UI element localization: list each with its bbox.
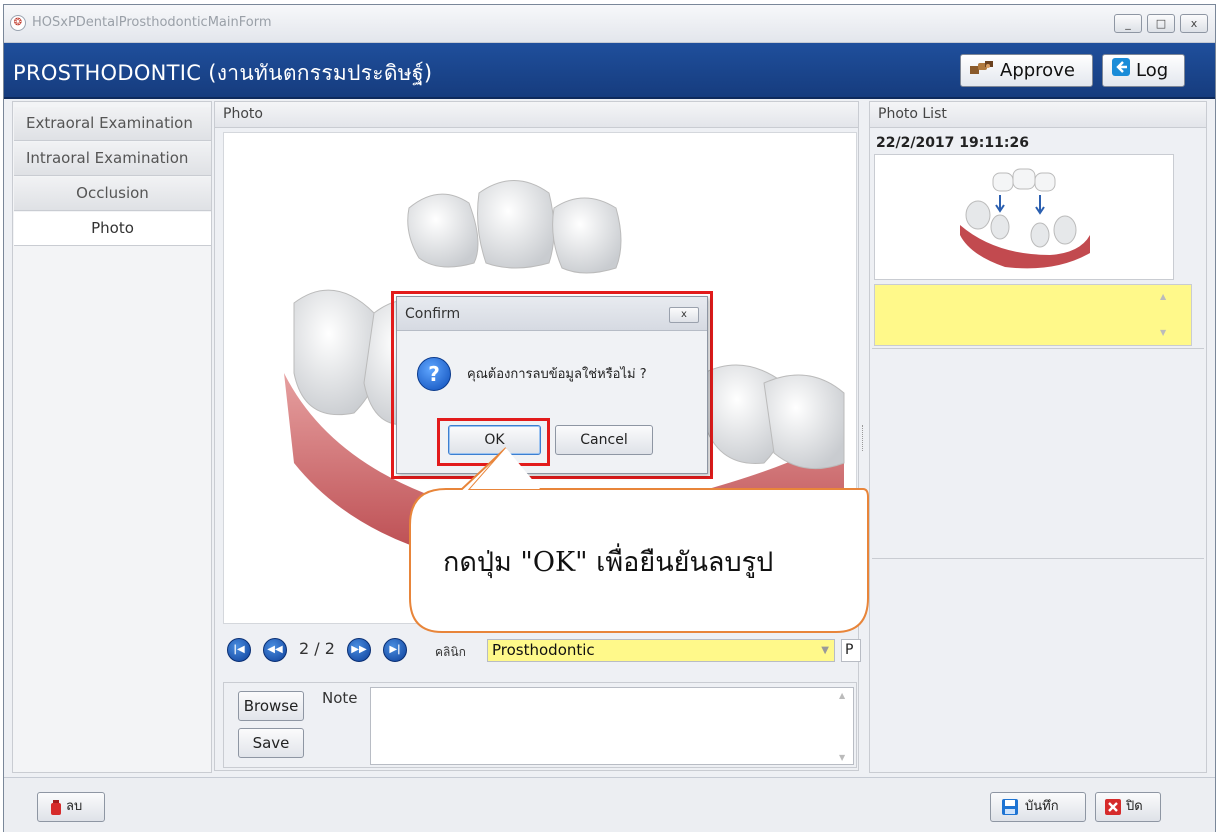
nav-item-intraoral-examination[interactable]: Intraoral Examination [14,142,211,176]
dialog-close-button[interactable]: x [669,307,699,323]
approve-button[interactable]: Approve [960,54,1093,87]
nav-item-extraoral-examination[interactable]: Extraoral Examination [14,107,211,141]
list-scroll-down-icon[interactable]: ▼ [1160,328,1202,337]
approve-label: Approve [1000,60,1075,81]
question-icon: ? [417,357,451,391]
cancel-button[interactable]: Cancel [555,425,653,455]
thumbnail-image [960,168,1090,269]
save-label: บันทึก [1025,799,1059,814]
save-photo-button[interactable]: Save [238,728,304,758]
window-title: HOSxPDentalProsthodonticMainForm [32,15,272,30]
dialog-message: คุณต้องการลบข้อมูลใช่หรือไม่ ? [467,367,647,382]
minimize-button[interactable]: _ [1114,14,1142,33]
trash-icon [50,799,62,827]
maximize-button[interactable]: □ [1147,14,1175,33]
page-title: PROSTHODONTIC (งานทันตกรรมประดิษฐ์) [13,61,433,85]
scroll-down-icon[interactable]: ▼ [839,753,852,762]
close-button[interactable]: ปิด [1095,792,1161,822]
bottom-toolbar: ลบ บันทึก ปิด [4,777,1215,832]
nav-item-photo[interactable]: Photo [14,212,211,246]
dialog-title: Confirm [405,306,461,322]
chevron-down-icon: ▼ [821,645,829,656]
note-label: Note [322,689,358,707]
list-scroll-up-icon[interactable]: ▲ [1160,292,1202,301]
ok-button[interactable]: OK [448,425,541,455]
close-label: ปิด [1126,799,1143,814]
handshake-icon [969,56,995,87]
photo-list-header: Photo List [870,102,1206,128]
app-logo-icon: ❂ [10,15,26,31]
close-x-icon [1104,798,1122,827]
window-close-button[interactable]: x [1180,14,1208,33]
save-button[interactable]: บันทึก [990,792,1086,822]
prev-record-icon[interactable]: ◀◀ [263,638,287,662]
clinic-value: Prosthodontic [492,641,595,659]
title-bar: ❂ HOSxPDentalProsthodonticMainForm _ □ x [4,5,1215,43]
photo-actions-box: Browse Save Note ▲ ▼ [223,682,857,768]
delete-button[interactable]: ลบ [37,792,105,822]
delete-label: ลบ [66,799,83,814]
p-field[interactable]: P [841,639,861,662]
photo-list-note[interactable] [874,284,1192,346]
note-textarea[interactable] [370,687,854,765]
photo-panel-header: Photo [215,102,858,128]
next-record-icon[interactable]: ▶▶ [347,638,371,662]
confirm-dialog: Confirm x ? คุณต้องการลบข้อมูลใช่หรือไม่… [396,296,708,474]
log-button[interactable]: Log [1102,54,1185,87]
clinic-label: คลินิก [435,645,466,659]
left-nav: Extraoral Examination Intraoral Examinat… [12,101,212,773]
nav-item-occlusion[interactable]: Occlusion [14,177,211,211]
clinic-select[interactable]: Prosthodontic ▼ [487,639,835,662]
list-divider [872,348,1204,349]
list-divider [872,558,1204,559]
first-record-icon[interactable]: |◀ [227,638,251,662]
photo-list-panel: Photo List 22/2/2017 19:11:26 ▲ ▼ [869,101,1207,773]
photo-navigator: |◀ ◀◀ 2 / 2 ▶▶ ▶| คลินิก Prosthodontic ▼… [223,630,861,672]
photo-counter: 2 / 2 [299,639,335,658]
last-record-icon[interactable]: ▶| [383,638,407,662]
log-label: Log [1136,60,1169,81]
floppy-disk-icon [1001,798,1019,827]
dialog-title-bar: Confirm x [397,297,707,331]
photo-list-datetime: 22/2/2017 19:11:26 [876,135,1029,151]
browse-button[interactable]: Browse [238,691,304,721]
callout-text: กดปุ่ม "OK" เพื่อยืนยันลบรูป [443,547,774,578]
splitter-grip[interactable] [862,425,864,451]
scroll-up-icon[interactable]: ▲ [839,691,852,700]
header-band: PROSTHODONTIC (งานทันตกรรมประดิษฐ์) Appr… [4,43,1215,99]
logout-arrow-icon [1111,56,1131,87]
photo-thumbnail[interactable] [874,154,1174,280]
